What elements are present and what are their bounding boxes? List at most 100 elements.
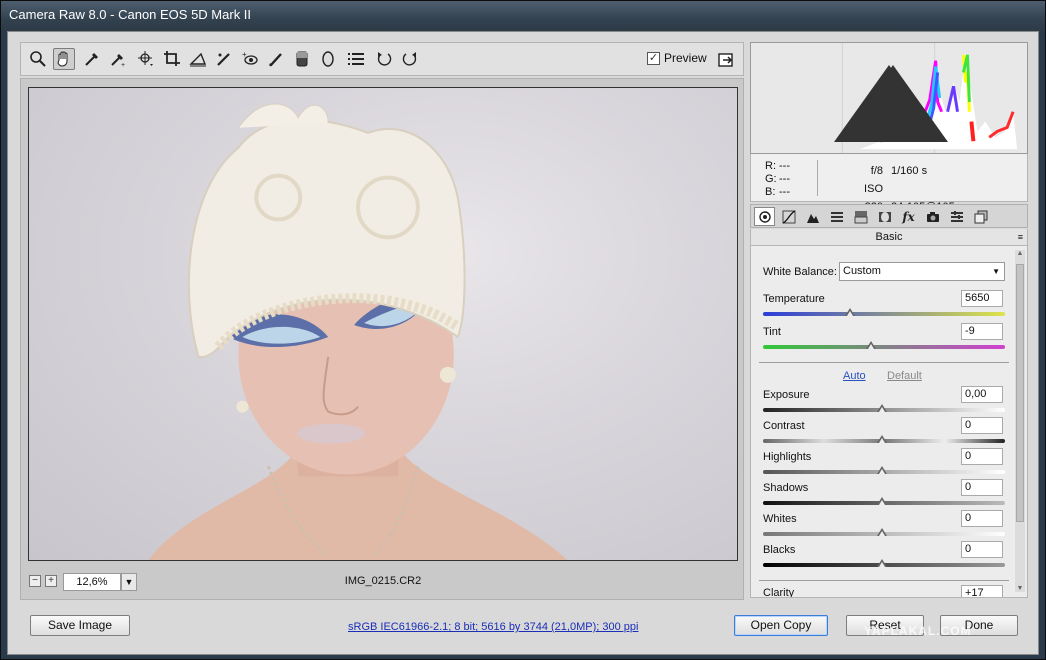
workflow-options-link[interactable]: sRGB IEC61966-2.1; 8 bit; 5616 by 3744 (… (348, 621, 638, 633)
rotate-ccw-icon[interactable] (373, 48, 395, 70)
temperature-slider[interactable] (763, 312, 1005, 316)
watermark-text: YAPLAKAL.COM (864, 624, 972, 638)
white-balance-value: Custom (843, 265, 881, 277)
filename-label: IMG_0215.CR2 (344, 575, 422, 587)
graduated-filter-icon[interactable] (291, 48, 313, 70)
shadows-label: Shadows (763, 482, 809, 494)
b-value: --- (779, 186, 790, 198)
shadows-field[interactable]: 0 (961, 479, 1003, 496)
auto-link[interactable]: Auto (843, 370, 866, 382)
crop-icon[interactable] (161, 48, 183, 70)
dialog-client: + + ✓ Preview − + 12,6% ▼ IMG_0215.CR2 R… (7, 31, 1039, 655)
highlights-label: Highlights (763, 451, 812, 463)
scroll-up-icon[interactable]: ▲ (1015, 250, 1025, 257)
chevron-down-icon: ▼ (992, 267, 1000, 276)
preview-checkbox[interactable]: ✓ (647, 51, 660, 65)
tab-snapshots-icon[interactable] (970, 207, 991, 226)
targeted-adjustment-icon[interactable] (135, 48, 157, 70)
tab-lens-corrections-icon[interactable] (874, 207, 895, 226)
panel-divider-2 (759, 580, 1009, 581)
white-balance-select[interactable]: Custom ▼ (839, 262, 1005, 281)
shutter-value: 1/160 s (891, 165, 928, 177)
tab-split-toning-icon[interactable] (850, 207, 871, 226)
panel-title: Basic ≡ (750, 229, 1028, 246)
image-viewer[interactable]: − + 12,6% ▼ IMG_0215.CR2 (20, 78, 744, 600)
hand-icon[interactable] (53, 48, 75, 70)
temperature-slider-thumb[interactable] (845, 308, 855, 316)
tab-camera-calibration-icon[interactable] (922, 207, 943, 226)
blacks-field[interactable]: 0 (961, 541, 1003, 558)
viewer-footer: − + 12,6% ▼ IMG_0215.CR2 (21, 565, 743, 599)
rgb-readout: R: --- G: --- B: --- (765, 160, 790, 199)
blacks-slider-thumb[interactable] (877, 559, 887, 567)
whites-field[interactable]: 0 (961, 510, 1003, 527)
scrollbar-thumb[interactable] (1016, 264, 1024, 522)
panel-title-label: Basic (875, 231, 903, 243)
blacks-label: Blacks (763, 544, 796, 556)
panel-tabs: fx (750, 204, 1028, 228)
camera-raw-window: Camera Raw 8.0 - Canon EOS 5D Mark II + (0, 0, 1046, 660)
toolbar: + + ✓ Preview (20, 42, 744, 76)
fullscreen-toggle-icon[interactable] (715, 49, 737, 71)
temperature-label: Temperature (763, 293, 825, 305)
white-balance-label: White Balance: (763, 266, 837, 278)
readout-divider (817, 160, 818, 196)
panel-menu-icon[interactable]: ≡ (1018, 229, 1023, 245)
exposure-slider-thumb[interactable] (877, 404, 887, 412)
tab-detail-icon[interactable] (802, 207, 823, 226)
photo-preview[interactable] (28, 87, 738, 561)
b-label: B: (765, 186, 776, 198)
adjustment-brush-icon[interactable] (265, 48, 287, 70)
clarity-field[interactable]: +17 (961, 585, 1003, 597)
g-value: --- (779, 173, 790, 185)
spot-removal-icon[interactable] (213, 48, 235, 70)
tint-slider[interactable] (763, 345, 1005, 349)
tab-hsl-icon[interactable] (826, 207, 847, 226)
radial-filter-icon[interactable] (317, 48, 339, 70)
rotate-cw-icon[interactable] (399, 48, 421, 70)
g-label: G: (765, 173, 777, 185)
tab-basic-icon[interactable] (754, 207, 775, 226)
preferences-icon[interactable] (345, 48, 367, 70)
shadows-slider-thumb[interactable] (877, 497, 887, 505)
tab-tone-curve-icon[interactable] (778, 207, 799, 226)
zoom-icon[interactable] (27, 48, 49, 70)
whites-slider-thumb[interactable] (877, 528, 887, 536)
r-label: R: (765, 160, 776, 172)
svg-text:+: + (242, 50, 247, 59)
tint-field[interactable]: -9 (961, 323, 1003, 340)
color-sampler-icon[interactable]: + (107, 48, 129, 70)
panel-scrollbar[interactable]: ▲ ▼ (1015, 250, 1025, 592)
aperture-value: f/8 (870, 165, 883, 177)
histogram (750, 42, 1028, 154)
highlights-field[interactable]: 0 (961, 448, 1003, 465)
contrast-field[interactable]: 0 (961, 417, 1003, 434)
straighten-icon[interactable] (187, 48, 209, 70)
contrast-slider-thumb[interactable] (877, 435, 887, 443)
r-value: --- (779, 160, 790, 172)
scroll-down-icon[interactable]: ▼ (1015, 585, 1025, 592)
temperature-field[interactable]: 5650 (961, 290, 1003, 307)
whites-label: Whites (763, 513, 797, 525)
basic-panel: White Balance: Custom ▼ Temperature 5650… (750, 246, 1028, 598)
tab-effects-icon[interactable]: fx (898, 207, 919, 226)
red-eye-icon[interactable]: + (239, 48, 261, 70)
save-image-button[interactable]: Save Image (30, 615, 130, 636)
preview-label: Preview (664, 51, 707, 65)
svg-text:+: + (121, 62, 125, 68)
highlight-clipping-icon[interactable] (751, 43, 1027, 153)
exposure-label: Exposure (763, 389, 810, 401)
open-copy-button[interactable]: Open Copy (734, 615, 828, 636)
window-title: Camera Raw 8.0 - Canon EOS 5D Mark II (1, 1, 1045, 31)
panel-divider (759, 362, 1009, 363)
clarity-label: Clarity (763, 587, 795, 598)
exposure-field[interactable]: 0,00 (961, 386, 1003, 403)
default-link[interactable]: Default (887, 370, 922, 382)
tint-label: Tint (763, 326, 781, 338)
portrait-photo (148, 103, 568, 560)
white-balance-icon[interactable] (81, 48, 103, 70)
highlights-slider-thumb[interactable] (877, 466, 887, 474)
tint-slider-thumb[interactable] (866, 341, 876, 349)
tab-presets-icon[interactable] (946, 207, 967, 226)
preview-toggle[interactable]: ✓ Preview (647, 51, 707, 65)
